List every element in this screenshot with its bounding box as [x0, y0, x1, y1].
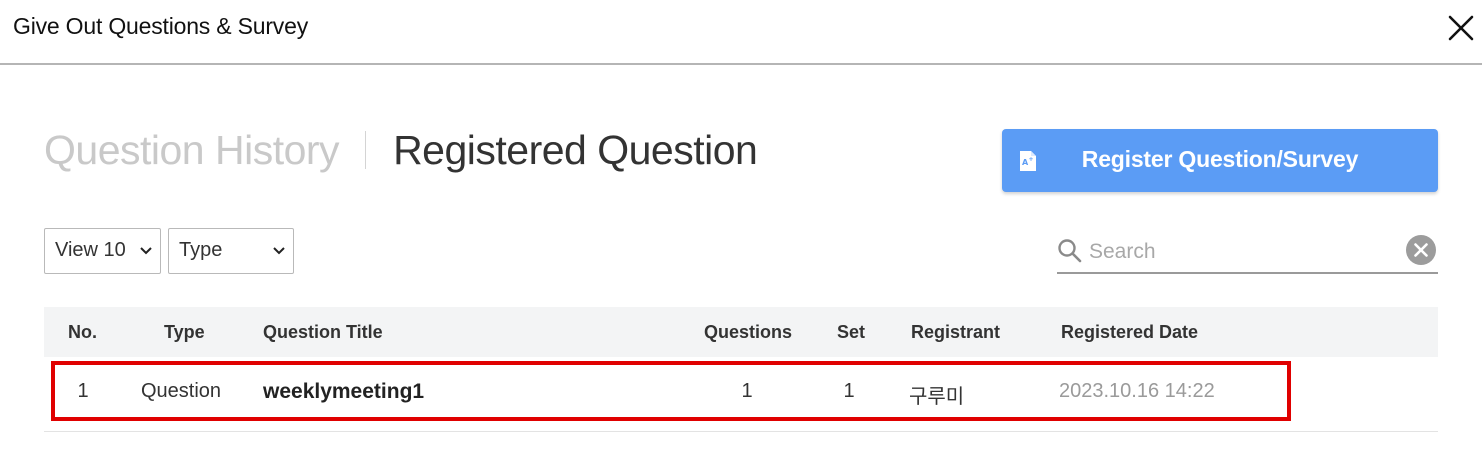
view-count-select[interactable]: View 10 — [44, 228, 161, 274]
cell-type: Question — [141, 380, 222, 402]
dialog-title: Give Out Questions & Survey — [13, 13, 309, 39]
type-value: Type — [179, 239, 223, 261]
search-box — [1057, 230, 1438, 274]
chevron-down-icon — [140, 247, 152, 255]
tab-registered-question[interactable]: Registered Question — [393, 127, 758, 174]
column-header-registrant[interactable]: Registrant — [911, 322, 1000, 343]
cell-questions: 1 — [741, 380, 753, 402]
cell-no: 1 — [77, 380, 89, 402]
tab-question-history[interactable]: Question History — [44, 127, 340, 174]
view-count-value: View 10 — [55, 239, 126, 261]
column-header-questions[interactable]: Questions — [704, 322, 792, 343]
register-button-label: Register Question/Survey — [1081, 146, 1359, 172]
give-out-questions-dialog: Give Out Questions & Survey Question His… — [0, 0, 1482, 454]
column-header-set[interactable]: Set — [837, 322, 865, 343]
type-select[interactable]: Type — [168, 228, 294, 274]
chevron-down-icon — [273, 247, 285, 255]
column-header-type[interactable]: Type — [164, 322, 205, 343]
cell-registrant: 구루미 — [909, 386, 965, 408]
cell-registered-date: 2023.10.16 14:22 — [1059, 380, 1215, 402]
cell-question-title[interactable]: weeklymeeting1 — [263, 380, 424, 404]
registered-question-table: No. Type Question Title Questions Set Re… — [44, 307, 1438, 432]
close-icon — [1448, 15, 1474, 41]
tab-divider — [365, 131, 367, 169]
cell-set: 1 — [843, 380, 855, 402]
column-header-registered-date[interactable]: Registered Date — [1061, 322, 1198, 343]
table-header: No. Type Question Title Questions Set Re… — [44, 307, 1438, 357]
clear-icon[interactable] — [1405, 234, 1437, 266]
register-question-survey-button[interactable]: A + Register Question/Survey — [1002, 129, 1438, 192]
close-button[interactable] — [1445, 12, 1477, 44]
column-header-question-title[interactable]: Question Title — [263, 322, 383, 343]
dialog-header: Give Out Questions & Survey — [0, 0, 1482, 65]
table-row[interactable]: 1 Question weeklymeeting1 1 1 구루미 2023.1… — [44, 357, 1438, 432]
search-input[interactable] — [1087, 236, 1391, 268]
question-tabs: Question History Registered Question — [44, 125, 758, 175]
search-icon — [1058, 239, 1082, 263]
column-header-no[interactable]: No. — [68, 322, 97, 343]
